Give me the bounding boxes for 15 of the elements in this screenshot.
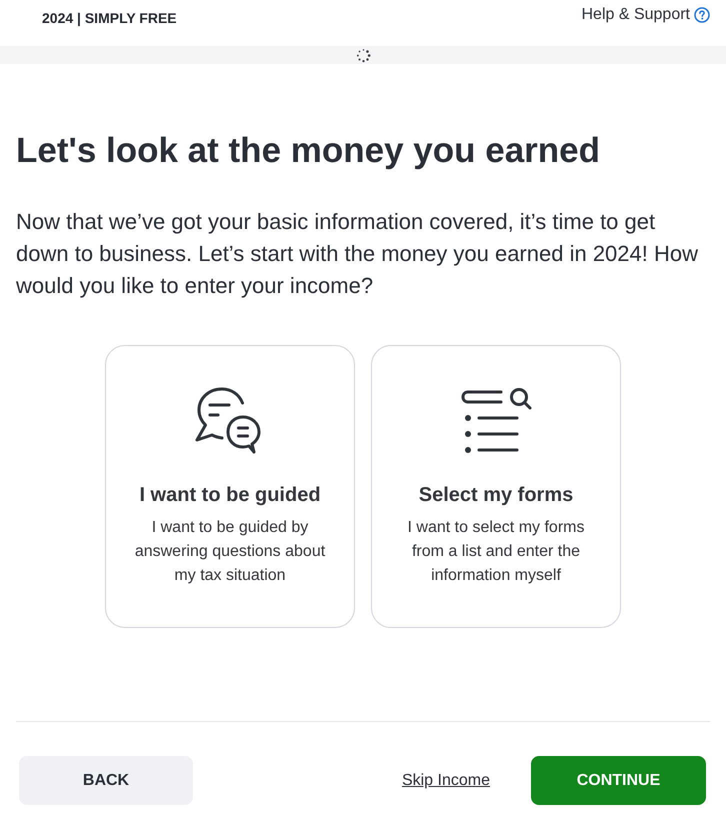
- option-title: I want to be guided: [139, 484, 321, 507]
- help-icon: [694, 7, 710, 23]
- continue-button[interactable]: CONTINUE: [531, 756, 706, 805]
- brand-title: 2024 | SIMPLY FREE: [42, 10, 177, 26]
- intro-text: Now that we’ve got your basic information covered, it’s time to get down to business. Let’s start with the money you earned in 2024! How would you like to enter your income?: [16, 208, 699, 300]
- option-card[interactable]: I want to be guided I want to be guided by answering questions about my tax situation: [105, 345, 355, 628]
- loading-spinner-icon: [356, 48, 370, 62]
- help-support-link[interactable]: Help & Support: [581, 6, 710, 24]
- skip-income-link[interactable]: Skip Income: [402, 772, 490, 790]
- option-description: I want to select my forms from a list and enter the information myself: [406, 518, 586, 586]
- back-button[interactable]: BACK: [19, 756, 193, 805]
- page-heading: Let's look at the money you earned: [16, 131, 602, 171]
- option-card[interactable]: Select my forms I want to select my forms from a list and enter the information myself: [371, 345, 621, 628]
- option-description: I want to be guided by answering questions about my tax situation: [134, 518, 326, 586]
- option-title: Select my forms: [418, 484, 574, 507]
